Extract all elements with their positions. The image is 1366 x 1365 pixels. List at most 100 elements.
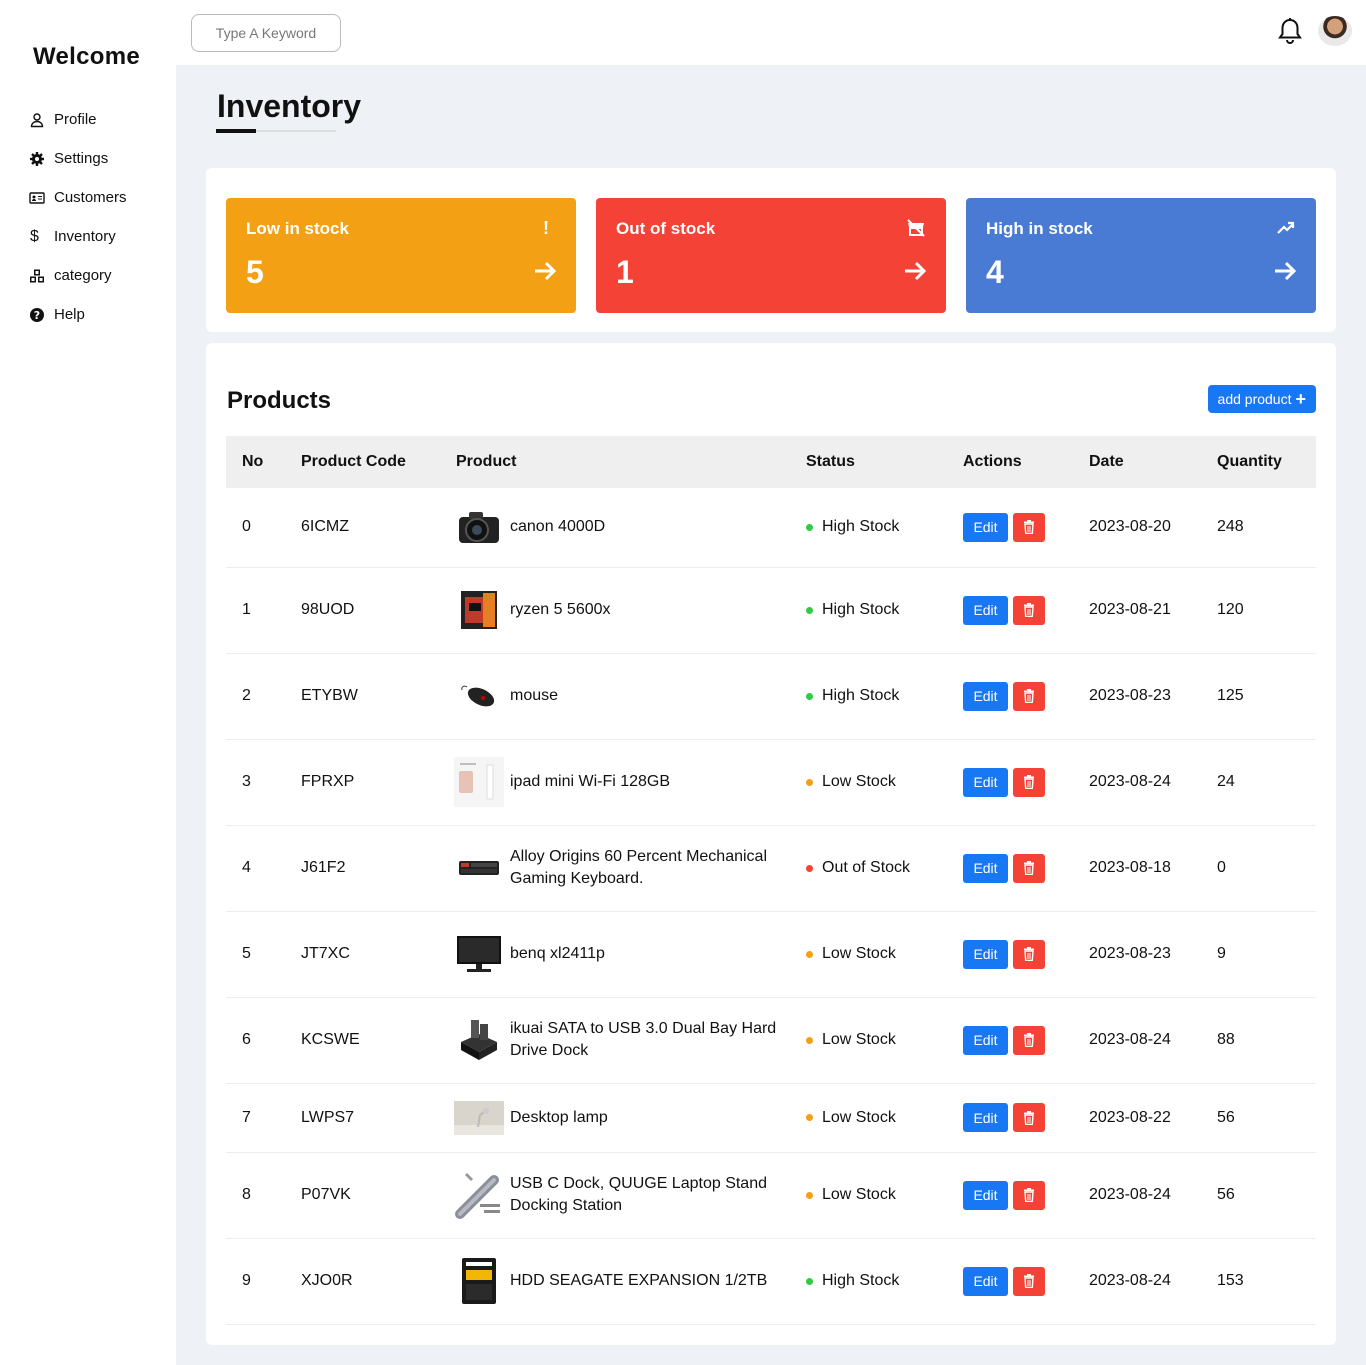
date-cell: 2023-08-23 bbox=[1073, 653, 1201, 740]
trash-icon bbox=[1024, 603, 1034, 617]
status-dot bbox=[806, 1114, 813, 1121]
avatar[interactable] bbox=[1318, 16, 1352, 46]
product-image bbox=[454, 671, 504, 721]
add-product-label: add product bbox=[1217, 391, 1292, 407]
sidebar-item-label: Help bbox=[54, 306, 85, 323]
status-cell: Low Stock bbox=[790, 739, 947, 826]
status-label: High Stock bbox=[822, 687, 900, 704]
delete-button[interactable] bbox=[1013, 1103, 1045, 1132]
product-name: USB C Dock, QUUGE Laptop Stand Docking S… bbox=[510, 1175, 767, 1214]
plus-icon: + bbox=[1295, 389, 1306, 409]
status-label: High Stock bbox=[822, 518, 900, 536]
product-code: 98UOD bbox=[285, 567, 440, 654]
edit-button[interactable]: Edit bbox=[963, 1180, 1008, 1210]
sidebar-item-inventory[interactable]: $ Inventory bbox=[28, 217, 127, 256]
sidebar-item-category[interactable]: category bbox=[28, 256, 127, 295]
column-header[interactable]: No bbox=[226, 436, 285, 488]
quantity-cell: 88 bbox=[1201, 997, 1316, 1084]
delete-button[interactable] bbox=[1013, 939, 1045, 969]
table-row: 2 ETYBW mouse High Stock Edit 2023-08-23… bbox=[226, 653, 1316, 740]
row-number: 4 bbox=[226, 825, 285, 912]
column-header[interactable]: Product Code bbox=[285, 436, 440, 488]
product-code: 6ICMZ bbox=[285, 488, 440, 568]
trash-icon bbox=[1024, 520, 1034, 535]
product-image bbox=[454, 1093, 504, 1143]
row-number: 3 bbox=[226, 739, 285, 826]
edit-button[interactable]: Edit bbox=[963, 939, 1008, 969]
table-row: 4 J61F2 Alloy Origins 60 Percent Mechani… bbox=[226, 825, 1316, 912]
column-header[interactable]: Quantity bbox=[1201, 436, 1316, 488]
edit-button[interactable]: Edit bbox=[963, 1266, 1008, 1296]
actions-cell: Edit bbox=[947, 1083, 1073, 1153]
edit-button[interactable]: Edit bbox=[963, 853, 1008, 883]
arrow-right-icon[interactable] bbox=[1272, 258, 1298, 284]
sidebar-item-help[interactable]: ? Help bbox=[28, 295, 127, 334]
edit-button[interactable]: Edit bbox=[963, 512, 1008, 542]
product-code: FPRXP bbox=[285, 739, 440, 826]
edit-button[interactable]: Edit bbox=[963, 767, 1008, 797]
row-number: 5 bbox=[226, 911, 285, 998]
status-label: Low Stock bbox=[822, 1186, 896, 1203]
trash-icon bbox=[1024, 1188, 1034, 1202]
bell-icon[interactable] bbox=[1277, 17, 1303, 45]
sidebar-item-settings[interactable]: Settings bbox=[28, 139, 127, 178]
row-number: 2 bbox=[226, 653, 285, 740]
status-cell: Out of Stock bbox=[790, 825, 947, 912]
column-header[interactable]: Status bbox=[790, 436, 947, 488]
status-dot bbox=[806, 950, 813, 958]
product-code: KCSWE bbox=[285, 997, 440, 1084]
delete-button[interactable] bbox=[1013, 1266, 1045, 1296]
status-label: High Stock bbox=[822, 601, 900, 618]
low-stock-card[interactable]: Low in stock 5 ! bbox=[226, 198, 576, 313]
delete-button[interactable] bbox=[1013, 512, 1045, 542]
actions-cell: Edit bbox=[947, 739, 1073, 826]
sidebar-item-customers[interactable]: Customers bbox=[28, 178, 127, 217]
product-code: LWPS7 bbox=[285, 1083, 440, 1153]
edit-button[interactable]: Edit bbox=[963, 681, 1008, 711]
delete-button[interactable] bbox=[1013, 767, 1045, 797]
status-label: High Stock bbox=[822, 1272, 900, 1289]
sidebar-item-profile[interactable]: Profile bbox=[28, 100, 127, 139]
status-label: Low Stock bbox=[822, 1031, 896, 1048]
quantity-cell: 56 bbox=[1201, 1083, 1316, 1153]
status-dot bbox=[806, 606, 813, 614]
out-of-stock-card[interactable]: Out of stock 1 bbox=[596, 198, 946, 313]
edit-button[interactable]: Edit bbox=[963, 595, 1008, 625]
arrow-right-icon[interactable] bbox=[902, 258, 928, 284]
product-cell: Desktop lamp bbox=[440, 1083, 790, 1153]
trend-up-icon bbox=[1277, 221, 1295, 234]
question-circle-icon: ? bbox=[28, 306, 46, 324]
add-product-button[interactable]: add product + bbox=[1207, 385, 1316, 413]
delete-button[interactable] bbox=[1013, 595, 1045, 625]
column-header[interactable]: Product bbox=[440, 436, 790, 488]
column-header[interactable]: Date bbox=[1073, 436, 1201, 488]
actions-cell: Edit bbox=[947, 488, 1073, 568]
product-name: canon 4000D bbox=[510, 518, 606, 536]
actions-cell: Edit bbox=[947, 997, 1073, 1084]
product-name: ikuai SATA to USB 3.0 Dual Bay Hard Driv… bbox=[510, 1020, 777, 1059]
delete-button[interactable] bbox=[1013, 1180, 1045, 1210]
delete-button[interactable] bbox=[1013, 853, 1045, 883]
row-number: 1 bbox=[226, 567, 285, 654]
arrow-right-icon[interactable] bbox=[532, 258, 558, 284]
high-stock-card[interactable]: High in stock 4 bbox=[966, 198, 1316, 313]
card-value: 4 bbox=[986, 254, 1004, 290]
delete-button[interactable] bbox=[1013, 681, 1045, 711]
search-input[interactable] bbox=[191, 14, 341, 52]
edit-button[interactable]: Edit bbox=[963, 1025, 1008, 1055]
card-title: Out of stock bbox=[616, 219, 716, 238]
sidebar-item-label: category bbox=[54, 267, 112, 284]
delete-button[interactable] bbox=[1013, 1025, 1045, 1055]
status-label: Out of Stock bbox=[822, 859, 911, 876]
table-row: 1 98UOD ryzen 5 5600x High Stock Edit 20… bbox=[226, 567, 1316, 654]
trash-icon bbox=[1024, 947, 1034, 961]
sidebar: Welcome Profile Settings Customers $ Inv… bbox=[0, 0, 176, 1365]
status-label: Low Stock bbox=[822, 1108, 896, 1126]
quantity-cell: 0 bbox=[1201, 825, 1316, 912]
table-row: 7 LWPS7 Desktop lamp Low Stock Edit 2023… bbox=[226, 1083, 1316, 1153]
product-name: Alloy Origins 60 Percent Mechanical Gami… bbox=[510, 848, 768, 887]
product-code: JT7XC bbox=[285, 911, 440, 998]
product-image bbox=[454, 1015, 504, 1065]
column-header[interactable]: Actions bbox=[947, 436, 1073, 488]
edit-button[interactable]: Edit bbox=[963, 1103, 1008, 1132]
